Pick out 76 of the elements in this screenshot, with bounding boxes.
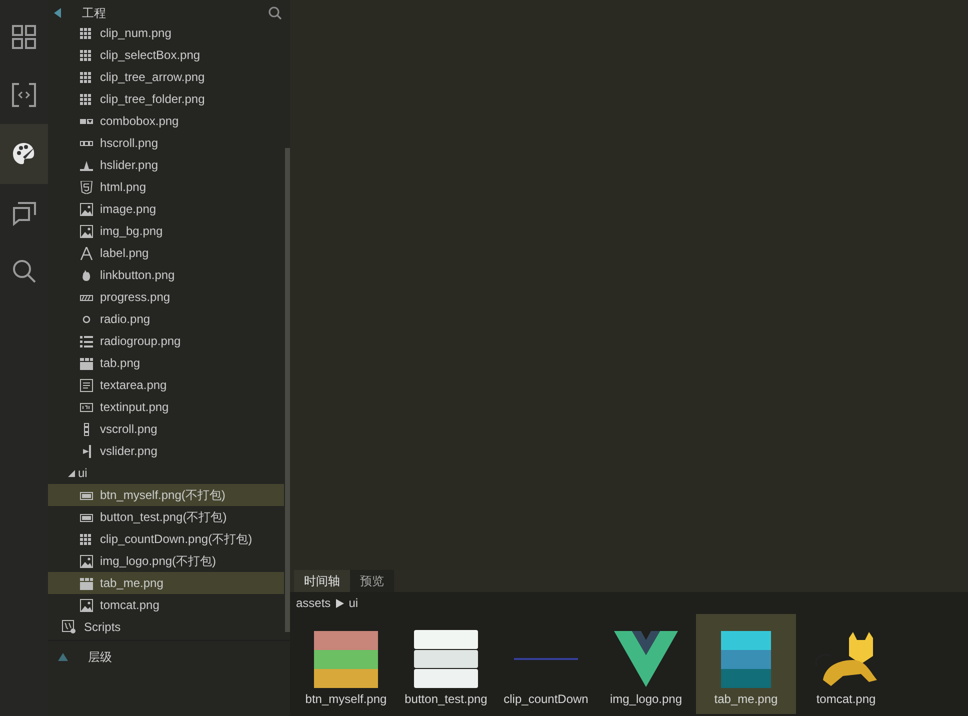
asset-tile[interactable]: tab_me.png — [696, 614, 796, 714]
file-icon — [80, 70, 93, 84]
tree-item[interactable]: clip_selectBox.png — [48, 44, 284, 66]
file-icon — [80, 444, 93, 458]
file-icon — [80, 180, 93, 194]
file-icon — [80, 92, 93, 106]
tree-item[interactable]: label.png — [48, 242, 284, 264]
asset-label: btn_myself.png — [305, 692, 387, 706]
asset-tile[interactable]: clip_countDown — [496, 614, 596, 714]
tree-item[interactable]: html.png — [48, 176, 284, 198]
tree-item[interactable]: clip_num.png — [48, 22, 284, 44]
file-icon — [80, 26, 93, 40]
panel-title: 层级 — [88, 648, 112, 666]
tree-item[interactable]: clip_tree_folder.png — [48, 88, 284, 110]
asset-label: img_logo.png — [610, 692, 682, 706]
tree-item[interactable]: btn_myself.png(不打包) — [48, 484, 284, 506]
breadcrumb-link[interactable]: ui — [348, 596, 358, 610]
script-icon — [62, 620, 76, 634]
scrollbar[interactable] — [285, 148, 290, 632]
tree-item[interactable]: clip_countDown.png(不打包) — [48, 528, 284, 550]
tree-item[interactable]: textarea.png — [48, 374, 284, 396]
file-icon — [80, 246, 93, 260]
tree-item[interactable]: tab_me.png — [48, 572, 284, 594]
asset-tile[interactable]: tomcat.png — [796, 614, 896, 714]
panel-title: 工程 — [82, 4, 106, 22]
tree-item[interactable]: progress.png — [48, 286, 284, 308]
panel-tab[interactable]: 预览 — [350, 570, 394, 592]
file-icon — [80, 356, 93, 370]
file-icon — [80, 400, 93, 414]
file-icon — [80, 598, 93, 612]
asset-label: clip_countDown — [504, 692, 588, 706]
breadcrumb-arrow-icon — [336, 598, 344, 608]
tree-item[interactable]: Scripts — [48, 616, 284, 638]
tree-item[interactable]: button_test.png(不打包) — [48, 506, 284, 528]
tree-item[interactable]: vslider.png — [48, 440, 284, 462]
file-icon — [80, 268, 93, 282]
file-icon — [80, 334, 93, 348]
expand-icon[interactable] — [68, 470, 75, 476]
file-icon — [80, 202, 93, 216]
palette-icon — [11, 141, 37, 167]
grid-icon — [11, 24, 37, 50]
tree-item[interactable]: hslider.png — [48, 154, 284, 176]
file-icon — [80, 532, 93, 546]
breadcrumb-link[interactable]: assets — [296, 596, 331, 610]
tree-item[interactable]: ui — [48, 462, 284, 484]
code-icon — [11, 82, 37, 108]
tree-item[interactable]: textinput.png — [48, 396, 284, 418]
asset-label: tab_me.png — [714, 692, 778, 706]
tree-item[interactable]: radiogroup.png — [48, 330, 284, 352]
tree-item[interactable]: tomcat.png — [48, 594, 284, 616]
chat-icon — [11, 200, 37, 226]
activity-tab[interactable] — [0, 124, 48, 184]
collapse-icon[interactable] — [54, 8, 62, 18]
search-icon — [11, 258, 37, 284]
tree-item[interactable]: tab.png — [48, 352, 284, 374]
tree-item[interactable]: linkbutton.png — [48, 264, 284, 286]
asset-tile[interactable]: button_test.png — [396, 614, 496, 714]
file-icon — [80, 576, 93, 590]
tree-item[interactable]: clip_tree_arrow.png — [48, 66, 284, 88]
tree-item[interactable]: image.png — [48, 198, 284, 220]
tree-item[interactable]: vscroll.png — [48, 418, 284, 440]
tree-item[interactable]: combobox.png — [48, 110, 284, 132]
asset-label: tomcat.png — [816, 692, 876, 706]
tree-item[interactable]: radio.png — [48, 308, 284, 330]
file-icon — [80, 224, 93, 238]
file-icon — [80, 48, 93, 62]
tree-item[interactable]: img_bg.png — [48, 220, 284, 242]
asset-tile[interactable]: img_logo.png — [596, 614, 696, 714]
search-icon[interactable] — [268, 6, 282, 20]
tree-item[interactable]: hscroll.png — [48, 132, 284, 154]
tree-item[interactable]: img_logo.png(不打包) — [48, 550, 284, 572]
asset-label: button_test.png — [404, 692, 488, 706]
panel-tab[interactable]: 时间轴 — [294, 570, 350, 592]
file-icon — [80, 554, 93, 568]
file-icon — [80, 378, 93, 392]
asset-tile[interactable]: btn_myself.png — [296, 614, 396, 714]
